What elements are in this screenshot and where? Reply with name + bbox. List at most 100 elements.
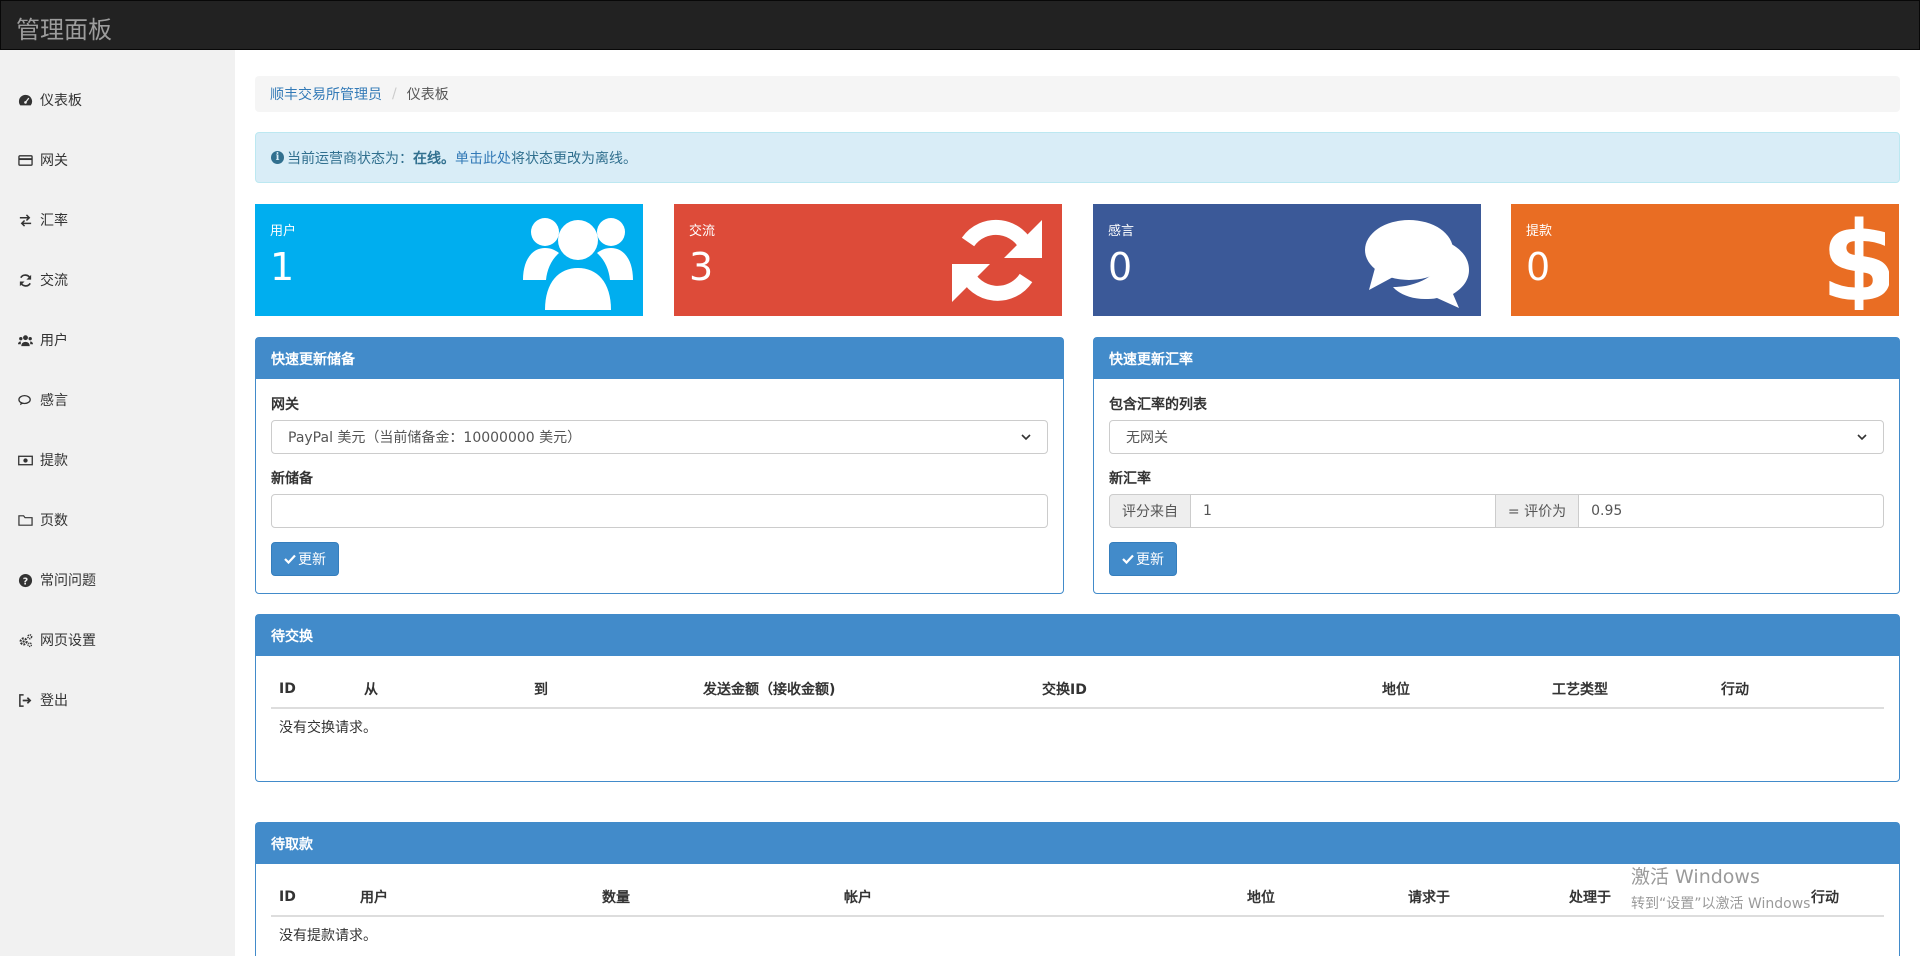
new-reserve-label: 新储备 [271,471,313,487]
stat-card-exchanges[interactable]: 交流 3 [674,204,1062,316]
breadcrumb-current: 仪表板 [406,87,449,103]
column-header: 请求于 [1400,879,1561,917]
new-rate-label: 新汇率 [1109,471,1151,487]
table-row: 没有提款请求。 [271,916,1884,953]
empty-message: 没有交换请求。 [279,720,377,736]
sidebar-item-withdrawals[interactable]: 提款 [18,445,68,475]
alert-status: 在线。 [413,150,455,167]
column-header: ID [271,671,356,709]
breadcrumb: 顺丰交易所管理员 / 仪表板 [255,76,1900,112]
empty-message: 没有提款请求。 [279,928,377,944]
column-header: 工艺类型 [1544,671,1713,709]
alert-prefix: 当前运营商状态为： [287,150,413,167]
sidebar-item-label: 仪表板 [40,93,82,109]
refresh-icon [952,219,1042,302]
sidebar-item-site-settings[interactable]: 网页设置 [18,625,96,655]
stat-card-withdrawals[interactable]: 提款 0 $ [1511,204,1899,316]
users-icon [18,333,40,348]
column-header: 行动 [1803,879,1884,917]
button-label: 更新 [298,552,326,568]
rate-to-addon: = 评价为 [1494,494,1580,528]
info-circle-icon: i [271,151,284,164]
column-header: 从 [356,671,526,709]
stat-card-users[interactable]: 用户 1 [255,204,643,316]
panel-title: 快速更新储备 [256,338,1063,379]
rate-list-selected-value: 无网关 [1126,430,1168,446]
pending-withdrawals-panel: 待取款 ID 用户 数量 帐户 地位 请求于 处理于 行动 没有提款请求。 [255,822,1900,956]
question-circle-icon: ? [18,573,40,588]
sidebar-item-label: 页数 [40,513,68,529]
check-icon [284,554,296,565]
sidebar-item-faq[interactable]: ? 常问问题 [18,565,96,595]
pending-exchanges-table: ID 从 到 发送金额（接收金额) 交换ID 地位 工艺类型 行动 没有交换请求… [271,671,1884,745]
sidebar-item-rates[interactable]: 汇率 [18,205,68,235]
table-row: 没有交换请求。 [271,708,1884,745]
sidebar-item-label: 汇率 [40,213,68,229]
rate-from-input[interactable]: 1 [1191,494,1495,528]
exchange-icon [18,213,40,228]
stat-card-testimonials[interactable]: 感言 0 [1093,204,1481,316]
column-header: 用户 [352,879,594,917]
column-header: 地位 [1374,671,1544,709]
pending-exchanges-panel: 待交换 ID 从 到 发送金额（接收金额) 交换ID 地位 工艺类型 行动 没有… [255,614,1900,782]
rate-to-input[interactable]: 0.95 [1579,494,1884,528]
pending-withdrawals-table: ID 用户 数量 帐户 地位 请求于 处理于 行动 没有提款请求。 [271,879,1884,953]
column-header: 行动 [1713,671,1884,709]
column-header: 发送金额（接收金额) [695,671,1034,709]
chevron-down-icon [1021,434,1031,441]
column-header: 到 [526,671,695,709]
sidebar-item-label: 网页设置 [40,633,96,649]
column-header: 地位 [1239,879,1400,917]
panel-title: 待取款 [256,823,1899,864]
toggle-status-link[interactable]: 单击此处 [455,148,511,168]
table-header-row: ID 用户 数量 帐户 地位 请求于 处理于 行动 [271,879,1884,917]
users-icon [523,218,633,310]
brand-title[interactable]: 管理面板 [16,10,112,45]
sign-out-icon [18,693,40,708]
sidebar: 仪表板 网关 汇率 交流 用户 感言 提款 页数 ? 常问问题 网页设置 登出 [0,50,235,956]
update-rate-button[interactable]: 更新 [1109,542,1177,576]
sidebar-item-logout[interactable]: 登出 [18,685,68,715]
gateway-select[interactable]: PayPal 美元（当前储备金：10000000 美元） [271,420,1048,454]
sidebar-item-label: 用户 [40,333,68,349]
sidebar-item-label: 登出 [40,693,68,709]
money-icon [18,453,40,468]
operator-status-alert: i 当前运营商状态为： 在线。 单击此处 将状态更改为离线。 [255,132,1900,183]
sidebar-item-gateways[interactable]: 网关 [18,145,68,175]
rate-list-select[interactable]: 无网关 [1109,420,1884,454]
column-header: ID [271,879,352,917]
chevron-down-icon [1857,434,1867,441]
dollar-icon: $ [1821,210,1889,310]
sidebar-item-label: 常问问题 [40,573,96,589]
breadcrumb-separator: / [392,86,397,102]
table-header-row: ID 从 到 发送金额（接收金额) 交换ID 地位 工艺类型 行动 [271,671,1884,709]
new-reserve-input[interactable] [271,494,1048,528]
sidebar-item-testimonials[interactable]: 感言 [18,385,68,415]
dashboard-icon [18,93,40,108]
rate-input-group: 评分来自 1 = 评价为 0.95 [1109,494,1884,528]
sidebar-item-label: 网关 [40,153,68,169]
panel-title: 待交换 [256,615,1899,656]
sidebar-item-users[interactable]: 用户 [18,325,68,355]
credit-card-icon [18,153,40,168]
update-reserve-button[interactable]: 更新 [271,542,339,576]
sidebar-item-dashboard[interactable]: 仪表板 [18,85,82,115]
gateway-selected-value: PayPal 美元（当前储备金：10000000 美元） [288,430,582,446]
sidebar-item-label: 感言 [40,393,68,409]
comments-icon [1365,220,1469,308]
rate-list-label: 包含汇率的列表 [1109,397,1207,413]
sidebar-item-pages[interactable]: 页数 [18,505,68,535]
column-header: 交换ID [1034,671,1374,709]
rate-from-addon: 评分来自 [1109,494,1191,528]
sidebar-item-exchanges[interactable]: 交流 [18,265,68,295]
breadcrumb-root-link[interactable]: 顺丰交易所管理员 [270,84,382,104]
main-content: 顺丰交易所管理员 / 仪表板 i 当前运营商状态为： 在线。 单击此处 将状态更… [255,50,1900,956]
panel-title: 快速更新汇率 [1094,338,1899,379]
column-header: 帐户 [836,879,1239,917]
column-header: 数量 [594,879,836,917]
folder-icon [18,513,40,528]
quick-update-reserve-panel: 快速更新储备 网关 PayPal 美元（当前储备金：10000000 美元） 新… [255,337,1064,594]
button-label: 更新 [1136,552,1164,568]
column-header: 处理于 [1561,879,1803,917]
svg-text:?: ? [23,576,28,587]
